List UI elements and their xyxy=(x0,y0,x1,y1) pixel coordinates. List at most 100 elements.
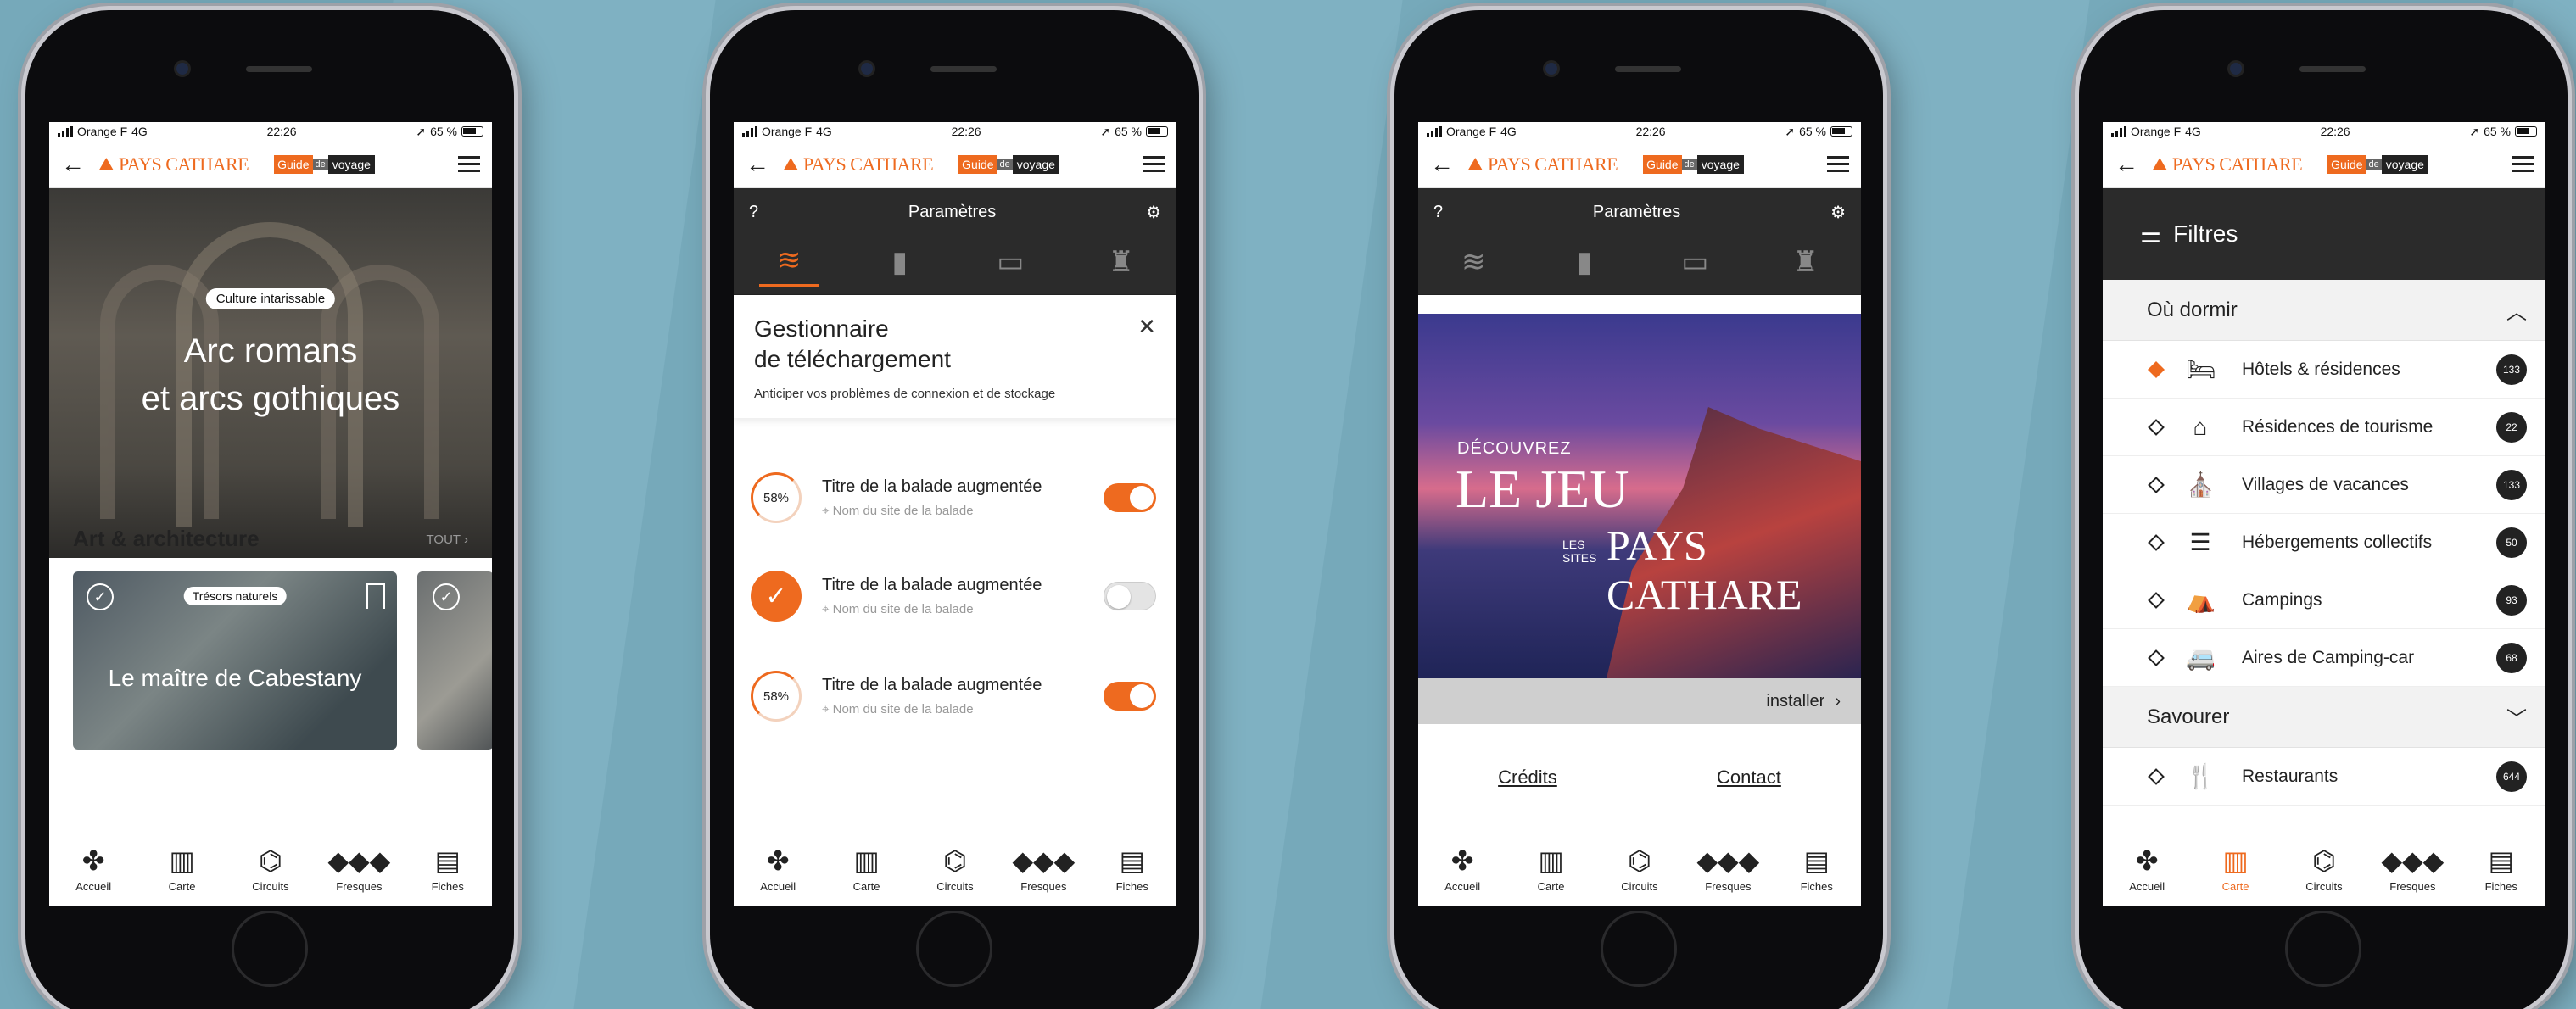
check-icon[interactable]: ✓ xyxy=(87,583,114,610)
help-icon[interactable]: ? xyxy=(1433,203,1443,222)
bookmark-icon[interactable] xyxy=(366,583,385,609)
credits-link[interactable]: Crédits xyxy=(1498,767,1557,789)
hero-image[interactable]: Culture intarissable Arc romans et arcs g… xyxy=(49,188,492,558)
gear-icon[interactable]: ⚙ xyxy=(1830,202,1846,223)
tab-carte[interactable]: ▥ Carte xyxy=(1513,846,1590,893)
back-arrow-icon[interactable]: ← xyxy=(1430,151,1456,178)
status-bar: Orange F 4G 22:26 ➚ 65 % xyxy=(1418,122,1861,141)
content-card[interactable]: ✓ Trésors naturels Le maître de Cabestan… xyxy=(73,571,397,750)
tab-carte[interactable]: ▥ Carte xyxy=(144,846,221,893)
count-badge: 133 xyxy=(2496,354,2527,385)
tab-circuits[interactable]: ⌬ Circuits xyxy=(1601,846,1678,893)
count-badge: 133 xyxy=(2496,469,2527,500)
filter-item[interactable]: ☰ Hébergements collectifs 50 xyxy=(2103,514,2545,571)
circuits-icon: ⌬ xyxy=(1628,845,1651,876)
time: 22:26 xyxy=(951,125,981,138)
map-icon: ▥ xyxy=(169,845,195,876)
check-icon[interactable]: ✓ xyxy=(433,583,460,610)
tab-fresques[interactable]: ◆◆◆ Fresques xyxy=(321,846,397,893)
tab-accueil[interactable]: ✤ Accueil xyxy=(740,846,816,893)
download-manager-subtitle: Anticiper vos problèmes de connexion et … xyxy=(754,387,1056,401)
close-icon[interactable]: ✕ xyxy=(1137,314,1156,340)
card-icon[interactable]: ▭ xyxy=(981,245,1040,286)
filter-item[interactable]: ⛪ Villages de vacances 133 xyxy=(2103,456,2545,514)
residence-icon: ⌂ xyxy=(2193,413,2208,440)
cross-icon: ✤ xyxy=(1450,845,1474,876)
menu-icon[interactable] xyxy=(458,152,480,176)
tab-accueil[interactable]: ✤ Accueil xyxy=(1424,846,1500,893)
tab-circuits[interactable]: ⌬ Circuits xyxy=(2286,846,2362,893)
item-title: Titre de la balade augmentée xyxy=(822,676,1042,694)
tab-fiches[interactable]: ▤ Fiches xyxy=(1094,846,1171,893)
count-badge: 68 xyxy=(2496,642,2527,673)
tab-fresques[interactable]: ◆◆◆ Fresques xyxy=(2374,846,2450,893)
home-button[interactable] xyxy=(2285,911,2361,987)
diamond-selected-icon xyxy=(2148,360,2165,378)
tab-fresques[interactable]: ◆◆◆ Fresques xyxy=(1005,846,1081,893)
fiches-icon: ▤ xyxy=(1803,845,1830,876)
layers-icon[interactable]: ≋ xyxy=(1444,245,1503,286)
back-arrow-icon[interactable]: ← xyxy=(2115,151,2140,178)
game-poster[interactable]: DÉCOUVREZ LE JEU LES SITES PAYS CATHARE xyxy=(1418,314,1861,678)
download-toggle[interactable] xyxy=(1104,483,1156,512)
filter-item[interactable]: ⛺ Campings 93 xyxy=(2103,571,2545,629)
home-button[interactable] xyxy=(232,911,308,987)
item-title: Titre de la balade augmentée xyxy=(822,477,1042,496)
menu-icon[interactable] xyxy=(1827,152,1849,176)
back-arrow-icon[interactable]: ← xyxy=(746,151,771,178)
layers-icon[interactable]: ≋ xyxy=(759,243,819,287)
filter-item[interactable]: 🍴 Restaurants 644 xyxy=(2103,748,2545,806)
speaker xyxy=(246,66,312,72)
section-ou-dormir[interactable]: Où dormir ︿ xyxy=(2103,280,2545,341)
download-toggle[interactable] xyxy=(1104,682,1156,711)
speaker xyxy=(1615,66,1681,72)
section-savourer[interactable]: Savourer ﹀ xyxy=(2103,687,2545,748)
menu-icon[interactable] xyxy=(1143,152,1165,176)
content-card-next[interactable]: ✓ xyxy=(417,571,492,750)
time: 22:26 xyxy=(2320,125,2350,138)
camera xyxy=(1545,63,1557,75)
screen: Orange F 4G 22:26 ➚ 65 % ← ⛰ PAYS CATHARE G… xyxy=(2103,122,2545,906)
chevron-up-icon: ︿ xyxy=(2506,301,2527,324)
village-icon: ⛪ xyxy=(2186,471,2216,498)
tab-accueil[interactable]: ✤ Accueil xyxy=(55,846,131,893)
count-badge: 50 xyxy=(2496,527,2527,558)
tab-fresques[interactable]: ◆◆◆ Fresques xyxy=(1690,846,1766,893)
location-icon: ➚ xyxy=(1100,124,1111,138)
tab-carte[interactable]: ▥ Carte xyxy=(829,846,905,893)
install-button[interactable]: installer › xyxy=(1418,678,1861,724)
location-icon: ➚ xyxy=(1785,124,1796,138)
tab-fiches[interactable]: ▤ Fiches xyxy=(410,846,486,893)
tab-circuits[interactable]: ⌬ Circuits xyxy=(232,846,309,893)
filter-item[interactable]: 🛏 Hôtels & résidences 133 xyxy=(2103,341,2545,399)
footer-links: Crédits Contact xyxy=(1418,767,1861,789)
card-icon[interactable]: ▭ xyxy=(1665,245,1724,286)
contact-link[interactable]: Contact xyxy=(1717,767,1781,789)
see-all-link[interactable]: TOUT › xyxy=(427,532,468,547)
diamond-icon xyxy=(2148,649,2165,666)
back-arrow-icon[interactable]: ← xyxy=(61,151,87,178)
trophy-icon[interactable]: ♜ xyxy=(1776,245,1836,286)
home-button[interactable] xyxy=(916,911,992,987)
chevron-right-icon: › xyxy=(1835,691,1841,711)
bookmark-icon[interactable]: ▮ xyxy=(870,245,930,286)
filter-item[interactable]: ⌂ Résidences de tourisme 22 xyxy=(2103,399,2545,456)
poster-discover: DÉCOUVREZ xyxy=(1457,439,1572,458)
phone-2: Orange F 4G 22:26 ➚ 65 % ← ⛰ PAYS CATHARE G… xyxy=(710,10,1199,1009)
bookmark-icon[interactable]: ▮ xyxy=(1555,245,1614,286)
trophy-icon[interactable]: ♜ xyxy=(1092,245,1151,286)
filter-item[interactable]: 🚐 Aires de Camping-car 68 xyxy=(2103,629,2545,687)
help-icon[interactable]: ? xyxy=(749,203,758,222)
gear-icon[interactable]: ⚙ xyxy=(1146,202,1161,223)
download-toggle[interactable] xyxy=(1104,582,1156,610)
home-button[interactable] xyxy=(1601,911,1677,987)
count-badge: 22 xyxy=(2496,411,2527,443)
tab-fiches[interactable]: ▤ Fiches xyxy=(2463,846,2540,893)
tab-bar: ✤ Accueil ▥ Carte ⌬ Circuits ◆◆◆ Fresques ▤ F… xyxy=(49,833,492,906)
tab-carte[interactable]: ▥ Carte xyxy=(2198,846,2274,893)
tab-accueil[interactable]: ✤ Accueil xyxy=(2109,846,2185,893)
tab-circuits[interactable]: ⌬ Circuits xyxy=(917,846,993,893)
tab-fiches[interactable]: ▤ Fiches xyxy=(1779,846,1855,893)
screen: Orange F 4G 22:26 ➚ 65 % ← ⛰ PAYS CATHARE G… xyxy=(1418,122,1861,906)
menu-icon[interactable] xyxy=(2512,152,2534,176)
